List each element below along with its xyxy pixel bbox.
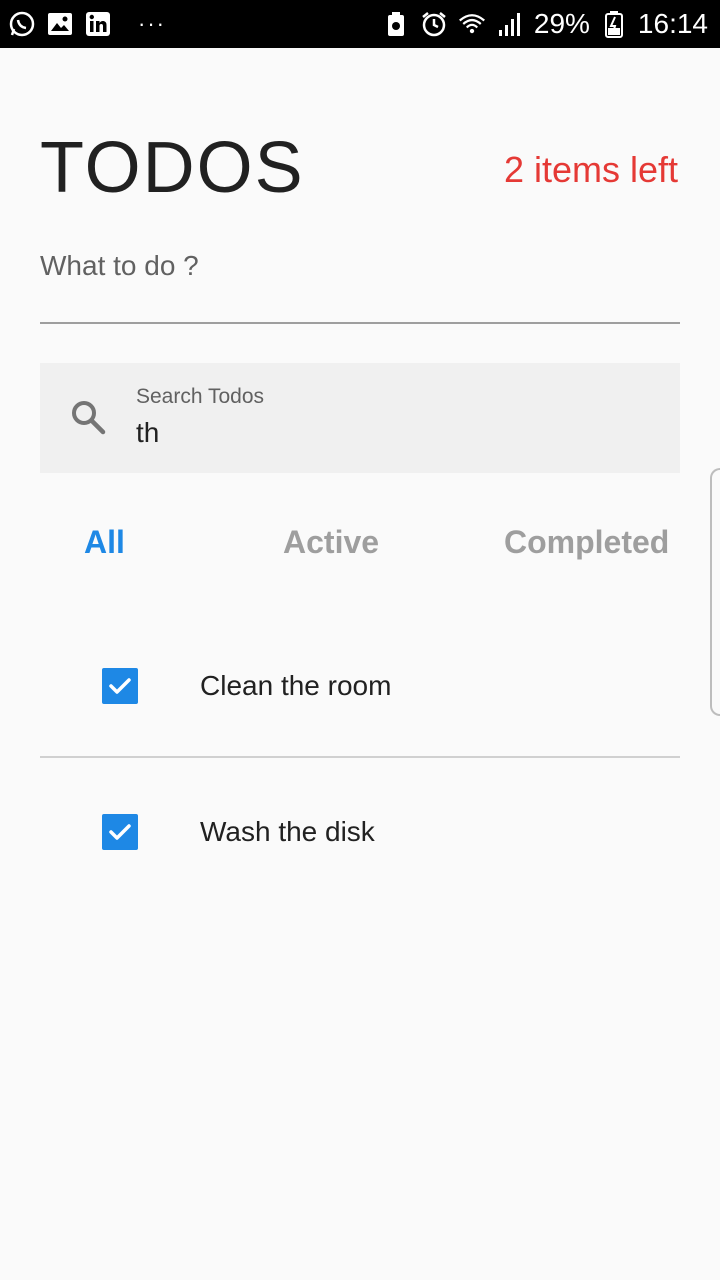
search-label: Search Todos [136, 385, 265, 408]
edge-panel-handle[interactable] [710, 468, 720, 716]
list-item[interactable]: Wash the disk [40, 758, 680, 904]
gallery-icon [46, 10, 74, 38]
check-icon [109, 678, 131, 694]
battery-icon [600, 10, 628, 38]
items-left-counter: 2 items left [503, 149, 678, 190]
wifi-icon [458, 10, 486, 38]
check-icon [109, 824, 131, 840]
signal-icon [496, 10, 524, 38]
list-item[interactable]: Clean the room [40, 612, 680, 758]
search-icon [68, 397, 108, 437]
clock: 16:14 [637, 8, 708, 39]
battery-saver-icon [382, 10, 410, 38]
page-title: TODOS [40, 128, 305, 208]
status-bar-left: ··· [8, 10, 166, 38]
status-bar: ··· 29% 16:14 [0, 0, 720, 48]
tab-active[interactable]: Active [283, 520, 379, 564]
todo-text: Wash the disk [200, 816, 375, 847]
filter-tabs: All Active Completed [40, 520, 680, 570]
todo-list: Clean the room Wash the disk [40, 612, 680, 904]
notification-overflow-dots: ··· [138, 11, 166, 36]
todo-checkbox[interactable] [102, 814, 138, 850]
new-todo-placeholder: What to do ? [40, 250, 199, 281]
new-todo-input[interactable]: What to do ? [40, 244, 680, 324]
todo-checkbox[interactable] [102, 668, 138, 704]
whatsapp-icon [8, 10, 36, 38]
battery-percentage: 29% [533, 8, 590, 39]
search-field[interactable]: Search Todos th [40, 363, 680, 473]
tab-completed[interactable]: Completed [504, 520, 669, 564]
alarm-icon [420, 10, 448, 38]
tab-all[interactable]: All [84, 520, 125, 564]
search-input[interactable]: th [136, 417, 159, 449]
todo-text: Clean the room [200, 670, 392, 701]
status-bar-right: 29% 16:14 [382, 8, 708, 40]
linkedin-icon [84, 10, 112, 38]
